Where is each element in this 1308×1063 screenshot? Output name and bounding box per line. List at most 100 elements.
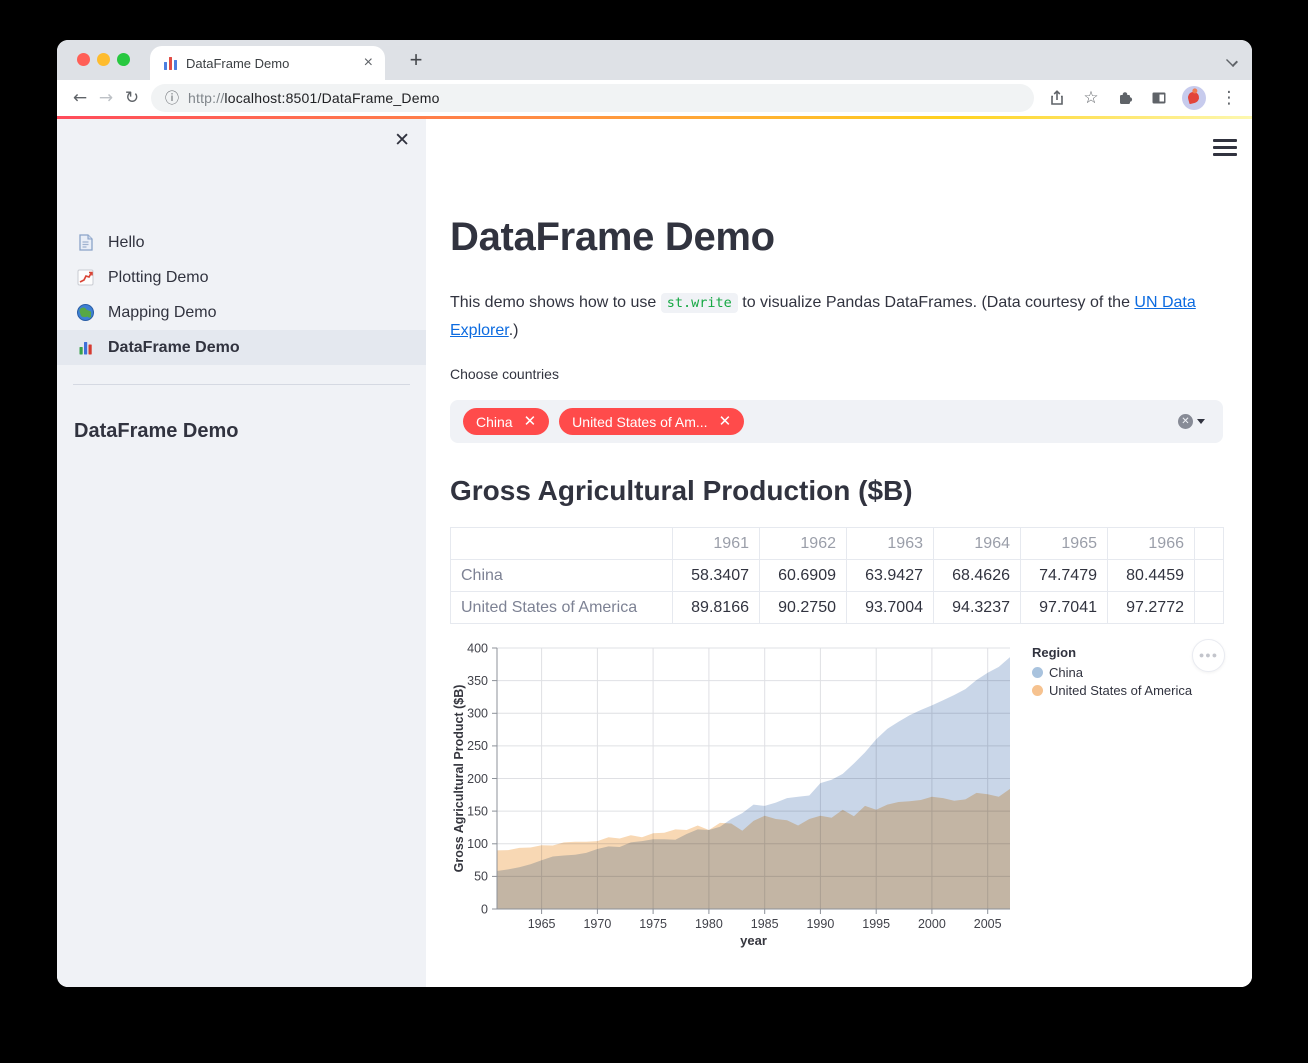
sidebar-divider xyxy=(73,384,410,385)
legend-swatch xyxy=(1032,685,1043,696)
profile-bird-icon xyxy=(1186,90,1201,105)
svg-text:1975: 1975 xyxy=(639,917,667,931)
table-row: China 58.3407 60.6909 63.9427 68.4626 74.7479… xyxy=(450,559,1224,592)
reload-button[interactable]: ↻ xyxy=(119,85,145,111)
traffic-lights xyxy=(77,53,130,66)
multiselect-label: Choose countries xyxy=(450,366,559,382)
section-heading: Gross Agricultural Production ($B) xyxy=(450,475,913,506)
svg-text:1980: 1980 xyxy=(695,917,723,931)
forward-button[interactable]: → xyxy=(93,85,119,111)
url-bar[interactable]: ⓘ http://localhost:8501/DataFrame_Demo xyxy=(151,84,1034,112)
selected-tag[interactable]: United States of Am... ✕ xyxy=(559,408,745,435)
url-text: http://localhost:8501/DataFrame_Demo xyxy=(188,90,440,106)
remove-tag-icon[interactable]: ✕ xyxy=(719,414,732,429)
sidebar-item-label: Mapping Demo xyxy=(108,303,217,321)
sidebar-section-title: DataFrame Demo xyxy=(74,420,239,442)
sidebar-item-mapping-demo[interactable]: Mapping Demo xyxy=(57,295,426,330)
back-button[interactable]: ← xyxy=(67,85,93,111)
remove-tag-icon[interactable]: ✕ xyxy=(524,414,537,429)
streamlit-app: ✕ Hello Plotting Demo Mapping Demo DataFram… xyxy=(57,119,1252,987)
clear-all-icon[interactable]: ✕ xyxy=(1178,414,1193,429)
table-year-header: 1963 xyxy=(846,527,934,560)
table-cell: 93.7004 xyxy=(846,591,934,624)
document-icon xyxy=(76,233,95,252)
line-chart-icon xyxy=(76,268,95,287)
selected-tag-label: United States of Am... xyxy=(572,413,708,430)
url-host-path: localhost:8501/DataFrame_Demo xyxy=(224,90,440,106)
table-cell: 60.6909 xyxy=(759,559,847,592)
inline-code: st.write xyxy=(660,293,738,313)
svg-text:150: 150 xyxy=(467,804,488,818)
sidebar-item-dataframe-demo[interactable]: DataFrame Demo xyxy=(57,330,426,365)
table-year-header: 1961 xyxy=(672,527,760,560)
legend-item: United States of America xyxy=(1032,683,1192,698)
sidebar-nav: Hello Plotting Demo Mapping Demo DataFrame … xyxy=(57,225,426,365)
svg-text:100: 100 xyxy=(467,837,488,851)
sidebar-item-label: Hello xyxy=(108,233,145,251)
selected-tags: China ✕ United States of Am... ✕ xyxy=(463,408,745,435)
zoom-window-button[interactable] xyxy=(117,53,130,66)
table-cell: 68.4626 xyxy=(933,559,1021,592)
selected-tag[interactable]: China ✕ xyxy=(463,408,550,435)
svg-text:1965: 1965 xyxy=(528,917,556,931)
table-year-header: 1964 xyxy=(933,527,1021,560)
table-year-header: 1962 xyxy=(759,527,847,560)
minimize-window-button[interactable] xyxy=(97,53,110,66)
legend-title: Region xyxy=(1032,645,1077,660)
svg-text:2000: 2000 xyxy=(918,917,946,931)
svg-text:2005: 2005 xyxy=(974,917,1002,931)
table-year-header: 1965 xyxy=(1020,527,1108,560)
profile-avatar[interactable] xyxy=(1182,86,1206,110)
table-row: United States of America 89.8166 90.2750 93… xyxy=(450,591,1224,624)
svg-text:300: 300 xyxy=(467,707,488,721)
side-panel-icon[interactable] xyxy=(1148,87,1170,109)
app-menu-hamburger-icon[interactable] xyxy=(1213,139,1237,156)
legend-swatch xyxy=(1032,667,1043,678)
chart-legend: Region China United States of America xyxy=(1032,645,1192,701)
table-year-header: 1966 xyxy=(1107,527,1195,560)
browser-menu-icon[interactable]: ⋮ xyxy=(1218,87,1240,109)
sidebar-close-icon[interactable]: ✕ xyxy=(394,131,410,150)
intro-text-2: to visualize Pandas DataFrames. (Data co… xyxy=(737,294,1135,311)
page-title: DataFrame Demo xyxy=(450,215,775,259)
legend-item: China xyxy=(1032,665,1192,680)
intro-text-3: .) xyxy=(508,322,519,339)
table-cell: 94.3237 xyxy=(933,591,1021,624)
sidebar-item-plotting-demo[interactable]: Plotting Demo xyxy=(57,260,426,295)
table-row-label: United States of America xyxy=(450,591,673,624)
y-axis-title: Gross Agricultural Product ($B) xyxy=(452,685,466,873)
sidebar: ✕ Hello Plotting Demo Mapping Demo DataFram… xyxy=(57,119,426,987)
sidebar-item-label: Plotting Demo xyxy=(108,268,209,286)
tab-search-chevron-icon[interactable] xyxy=(1226,54,1238,66)
svg-text:250: 250 xyxy=(467,739,488,753)
sidebar-item-hello[interactable]: Hello xyxy=(57,225,426,260)
browser-toolbar: ← → ↻ ⓘ http://localhost:8501/DataFrame_… xyxy=(57,80,1252,116)
table-corner-cell xyxy=(450,527,673,560)
dropdown-caret-icon[interactable] xyxy=(1197,419,1205,424)
close-window-button[interactable] xyxy=(77,53,90,66)
bar-chart-icon xyxy=(76,338,95,357)
table-cell: 97.7041 xyxy=(1020,591,1108,624)
table-row-label: China xyxy=(450,559,673,592)
table-clipped-cell xyxy=(1194,591,1224,624)
extensions-puzzle-icon[interactable] xyxy=(1114,87,1136,109)
tab-title: DataFrame Demo xyxy=(186,55,290,71)
page-info-icon[interactable]: ⓘ xyxy=(165,88,179,108)
multiselect-input[interactable]: China ✕ United States of Am... ✕ ✕ xyxy=(450,400,1223,443)
table-clipped-cell xyxy=(1194,559,1224,592)
main-content: DataFrame Demo This demo shows how to us… xyxy=(426,119,1252,987)
bookmark-star-icon[interactable]: ☆ xyxy=(1080,87,1102,109)
new-tab-button[interactable]: + xyxy=(401,46,431,76)
sidebar-item-label: DataFrame Demo xyxy=(108,338,240,356)
tab-close-icon[interactable]: × xyxy=(364,55,373,71)
svg-text:1970: 1970 xyxy=(583,917,611,931)
table-cell: 63.9427 xyxy=(846,559,934,592)
svg-text:400: 400 xyxy=(467,642,488,655)
share-icon[interactable] xyxy=(1046,87,1068,109)
svg-text:350: 350 xyxy=(467,674,488,688)
x-axis-title: year xyxy=(740,933,767,948)
selected-tag-label: China xyxy=(476,413,513,430)
svg-text:50: 50 xyxy=(474,870,488,884)
browser-tab[interactable]: DataFrame Demo × xyxy=(150,46,385,80)
chart-actions-button[interactable]: ●●● xyxy=(1192,639,1225,672)
